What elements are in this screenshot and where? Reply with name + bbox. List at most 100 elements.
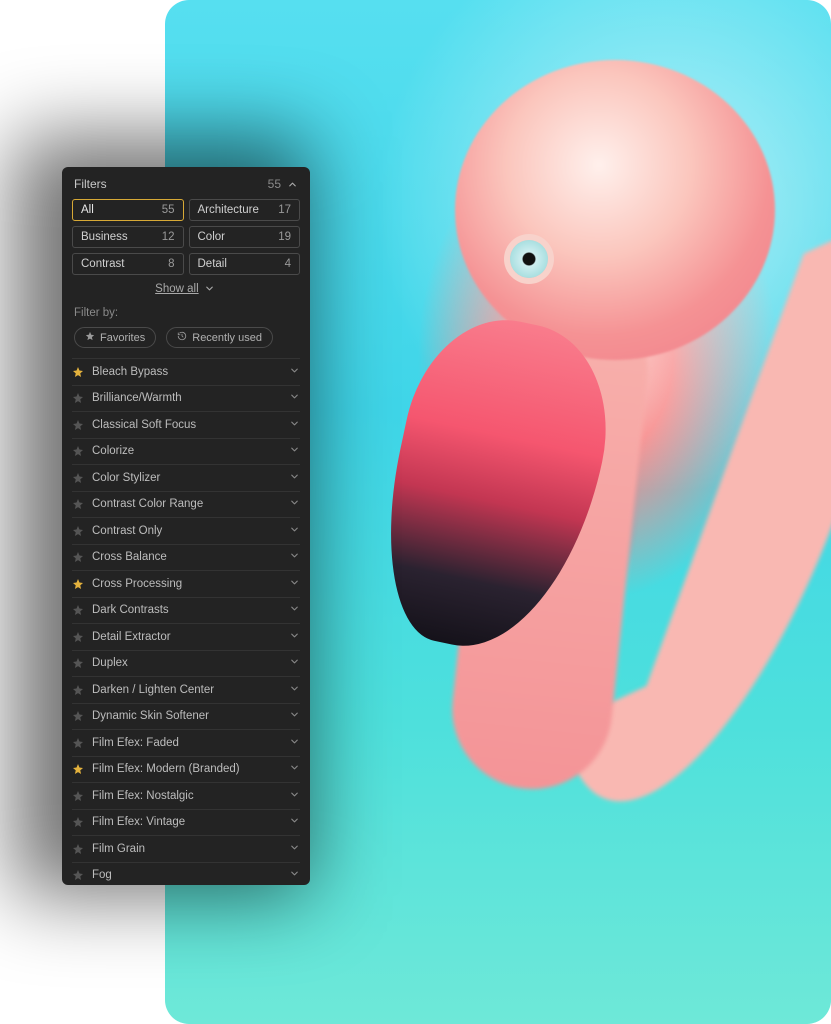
flamingo-head: [455, 60, 775, 360]
chevron-down-icon[interactable]: [289, 497, 300, 511]
panel-header[interactable]: Filters 55: [62, 167, 310, 199]
filter-item[interactable]: Film Grain: [72, 835, 300, 862]
star-icon[interactable]: [72, 790, 84, 802]
chevron-down-icon[interactable]: [289, 789, 300, 803]
filter-item[interactable]: Film Efex: Vintage: [72, 809, 300, 836]
category-count: 4: [285, 258, 291, 270]
show-all-row[interactable]: Show all: [62, 275, 310, 301]
category-label: Architecture: [198, 204, 259, 216]
star-icon[interactable]: [72, 525, 84, 537]
chevron-down-icon[interactable]: [289, 471, 300, 485]
category-count: 19: [278, 231, 291, 243]
filter-by-pills: Favorites Recently used: [62, 323, 310, 358]
chevron-up-icon: [287, 179, 298, 190]
category-label: All: [81, 204, 94, 216]
star-icon[interactable]: [72, 445, 84, 457]
star-icon[interactable]: [72, 578, 84, 590]
chevron-down-icon[interactable]: [289, 524, 300, 538]
star-icon[interactable]: [72, 419, 84, 431]
filter-item[interactable]: Dynamic Skin Softener: [72, 703, 300, 730]
star-icon[interactable]: [72, 498, 84, 510]
star-icon[interactable]: [72, 737, 84, 749]
star-icon[interactable]: [72, 392, 84, 404]
filter-item[interactable]: Darken / Lighten Center: [72, 676, 300, 703]
filter-item[interactable]: Cross Balance: [72, 544, 300, 571]
filter-item[interactable]: Cross Processing: [72, 570, 300, 597]
recently-used-pill[interactable]: Recently used: [166, 327, 273, 348]
filter-list: Bleach Bypass Brilliance/Warmth Classical …: [62, 358, 310, 885]
star-icon[interactable]: [72, 472, 84, 484]
chevron-down-icon[interactable]: [289, 550, 300, 564]
category-label: Detail: [198, 258, 227, 270]
chevron-down-icon[interactable]: [289, 630, 300, 644]
chevron-down-icon[interactable]: [289, 842, 300, 856]
chevron-down-icon[interactable]: [289, 656, 300, 670]
filter-item[interactable]: Classical Soft Focus: [72, 411, 300, 438]
filter-label: Brilliance/Warmth: [92, 392, 182, 404]
filter-label: Bleach Bypass: [92, 366, 168, 378]
chevron-down-icon: [204, 283, 215, 294]
star-icon[interactable]: [72, 657, 84, 669]
star-icon[interactable]: [72, 631, 84, 643]
flamingo-eye: [510, 240, 548, 278]
filter-label: Film Efex: Vintage: [92, 816, 185, 828]
panel-total-count: 55: [268, 177, 281, 191]
star-icon[interactable]: [72, 869, 84, 881]
filter-item[interactable]: Film Efex: Nostalgic: [72, 782, 300, 809]
filter-label: Film Efex: Modern (Branded): [92, 763, 240, 775]
chevron-down-icon[interactable]: [289, 603, 300, 617]
chevron-down-icon[interactable]: [289, 391, 300, 405]
filter-item[interactable]: Detail Extractor: [72, 623, 300, 650]
star-icon[interactable]: [72, 366, 84, 378]
star-icon[interactable]: [72, 763, 84, 775]
chevron-down-icon[interactable]: [289, 418, 300, 432]
category-item[interactable]: All55: [72, 199, 184, 221]
chevron-down-icon[interactable]: [289, 365, 300, 379]
favorites-pill[interactable]: Favorites: [74, 327, 156, 348]
filter-label: Colorize: [92, 445, 134, 457]
filter-item[interactable]: Brilliance/Warmth: [72, 385, 300, 412]
history-icon: [177, 331, 187, 344]
category-item[interactable]: Architecture17: [189, 199, 301, 221]
chevron-down-icon[interactable]: [289, 762, 300, 776]
chevron-down-icon[interactable]: [289, 577, 300, 591]
star-icon[interactable]: [72, 843, 84, 855]
chevron-down-icon[interactable]: [289, 736, 300, 750]
filter-item[interactable]: Colorize: [72, 438, 300, 465]
star-icon[interactable]: [72, 604, 84, 616]
category-item[interactable]: Contrast8: [72, 253, 184, 275]
filter-label: Dark Contrasts: [92, 604, 169, 616]
chevron-down-icon[interactable]: [289, 683, 300, 697]
category-count: 8: [168, 258, 174, 270]
filter-item[interactable]: Bleach Bypass: [72, 358, 300, 385]
star-icon[interactable]: [72, 816, 84, 828]
filter-item[interactable]: Film Efex: Faded: [72, 729, 300, 756]
recently-used-label: Recently used: [192, 332, 262, 344]
filter-item[interactable]: Color Stylizer: [72, 464, 300, 491]
filter-item[interactable]: Film Efex: Modern (Branded): [72, 756, 300, 783]
filter-item[interactable]: Dark Contrasts: [72, 597, 300, 624]
filter-label: Film Efex: Nostalgic: [92, 790, 194, 802]
filter-item[interactable]: Contrast Color Range: [72, 491, 300, 518]
category-count: 12: [162, 231, 175, 243]
filter-label: Cross Processing: [92, 578, 182, 590]
favorites-label: Favorites: [100, 332, 145, 344]
filter-label: Fog: [92, 869, 112, 881]
category-item[interactable]: Color19: [189, 226, 301, 248]
chevron-down-icon[interactable]: [289, 444, 300, 458]
filter-label: Film Efex: Faded: [92, 737, 179, 749]
category-item[interactable]: Business12: [72, 226, 184, 248]
show-all-label[interactable]: Show all: [155, 283, 198, 295]
category-item[interactable]: Detail 4: [189, 253, 301, 275]
star-icon[interactable]: [72, 551, 84, 563]
chevron-down-icon[interactable]: [289, 815, 300, 829]
chevron-down-icon[interactable]: [289, 709, 300, 723]
filter-item[interactable]: Contrast Only: [72, 517, 300, 544]
star-icon[interactable]: [72, 684, 84, 696]
filter-item[interactable]: Duplex: [72, 650, 300, 677]
chevron-down-icon[interactable]: [289, 868, 300, 882]
star-icon[interactable]: [72, 710, 84, 722]
filter-label: Contrast Only: [92, 525, 162, 537]
filter-label: Color Stylizer: [92, 472, 160, 484]
filter-item[interactable]: Fog: [72, 862, 300, 886]
